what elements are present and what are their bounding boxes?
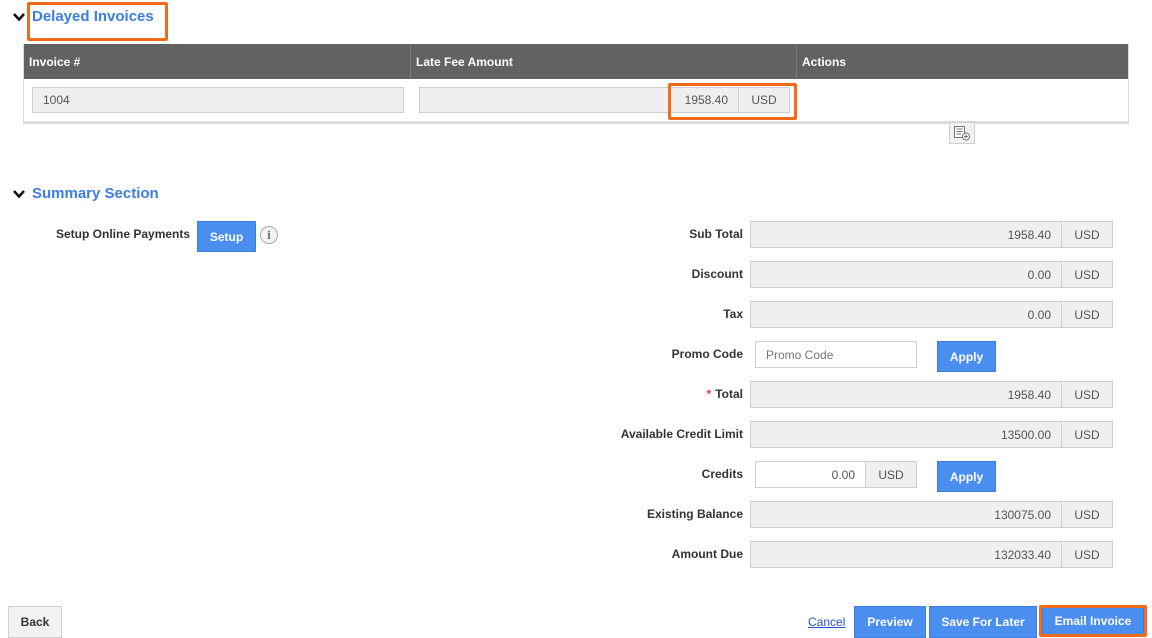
chevron-down-icon[interactable] [12,10,26,24]
promo-code-label: Promo Code [671,347,743,361]
sub-total-value: 1958.40 [750,221,1062,248]
total-label: * Total [707,387,743,401]
discount-value: 0.00 [750,261,1062,288]
existing-balance-currency: USD [1061,501,1113,528]
available-credit-limit-currency: USD [1061,421,1113,448]
info-icon[interactable]: i [260,226,278,244]
available-credit-limit-label: Available Credit Limit [620,427,743,441]
delayed-invoices-header[interactable]: Delayed Invoices [12,8,154,25]
existing-balance-value: 130075.00 [750,501,1062,528]
chevron-down-icon[interactable] [12,187,26,201]
table-row: 1004 1958.40 USD [24,79,1128,144]
apply-promo-button[interactable]: Apply [937,341,996,372]
column-header-invoice: Invoice # [24,44,411,79]
tax-currency: USD [1061,301,1113,328]
late-fee-amount-field: 1958.40 [419,87,739,113]
apply-credits-button[interactable]: Apply [937,461,996,492]
promo-code-input[interactable] [755,341,917,368]
summary-section-header[interactable]: Summary Section [12,185,159,202]
credits-input[interactable]: 0.00 [755,461,866,488]
invoice-number-field: 1004 [32,87,404,113]
total-label-text: Total [715,387,743,401]
delayed-invoices-table: Invoice # Late Fee Amount Actions 1004 1… [23,44,1129,144]
preview-button[interactable]: Preview [854,606,926,638]
amount-due-label: Amount Due [671,547,743,561]
back-button[interactable]: Back [8,606,62,638]
tax-label: Tax [723,307,743,321]
delayed-invoices-title: Delayed Invoices [32,8,154,25]
discount-label: Discount [691,267,743,281]
credits-label: Credits [701,467,743,481]
available-credit-limit-value: 13500.00 [750,421,1062,448]
column-header-actions: Actions [802,54,847,69]
amount-due-currency: USD [1061,541,1113,568]
amount-due-value: 132033.40 [750,541,1062,568]
add-note-button[interactable] [949,122,975,144]
table-header: Invoice # Late Fee Amount Actions [24,44,1128,79]
tax-value: 0.00 [750,301,1062,328]
add-note-icon [954,126,970,141]
total-currency: USD [1061,381,1113,408]
setup-button[interactable]: Setup [197,221,256,252]
email-invoice-button[interactable]: Email Invoice [1042,607,1144,635]
sub-total-currency: USD [1061,221,1113,248]
save-for-later-button[interactable]: Save For Later [929,606,1037,638]
column-header-late-fee: Late Fee Amount [411,44,797,79]
summary-section-title: Summary Section [32,185,159,202]
discount-currency: USD [1061,261,1113,288]
credits-currency: USD [865,461,917,488]
total-value: 1958.40 [750,381,1062,408]
late-fee-currency: USD [738,87,790,113]
required-marker: * [706,387,712,401]
setup-online-payments-label: Setup Online Payments [56,227,191,241]
existing-balance-label: Existing Balance [646,507,743,521]
cancel-link[interactable]: Cancel [808,615,845,629]
sub-total-label: Sub Total [689,227,743,241]
